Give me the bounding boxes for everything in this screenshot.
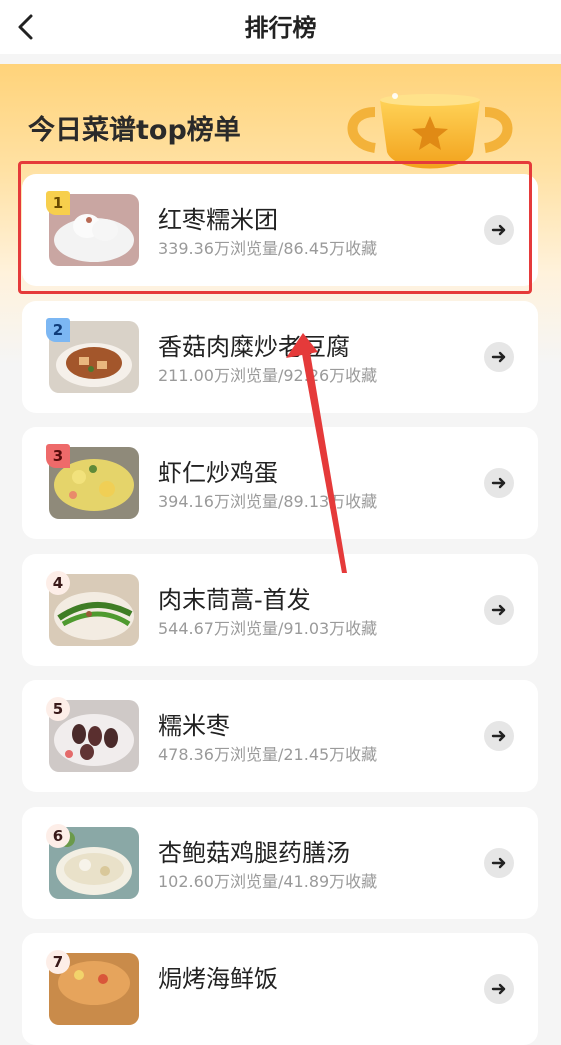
recipe-name: 杏鲍菇鸡腿药膳汤 [158, 839, 350, 867]
arrow-right-icon [491, 224, 506, 236]
page-title: 排行榜 [244, 14, 317, 42]
rank-badge: 2 [46, 318, 70, 342]
go-button[interactable] [484, 974, 514, 1004]
arrow-right-icon [491, 477, 506, 489]
recipe-name: 香菇肉糜炒老豆腐 [158, 333, 350, 361]
arrow-right-icon [491, 604, 506, 616]
rank-badge: 5 [46, 697, 70, 721]
go-button[interactable] [484, 848, 514, 878]
recipe-name: 红枣糯米团 [158, 206, 278, 234]
recipe-card-5[interactable]: 5 糯米枣 478.36万浏览量/21.45万收藏 [22, 680, 538, 792]
trophy-icon [347, 93, 513, 169]
recipe-card-4[interactable]: 4 肉末茼蒿-首发 544.67万浏览量/91.03万收藏 [22, 554, 538, 666]
go-button[interactable] [484, 721, 514, 751]
arrow-right-icon [491, 730, 506, 742]
recipe-stats: 211.00万浏览量/92.26万收藏 [158, 366, 378, 385]
go-button[interactable] [484, 342, 514, 372]
recipe-name: 糯米枣 [158, 712, 230, 740]
rank-badge: 6 [46, 824, 70, 848]
ranking-title: 今日菜谱top榜单 [28, 115, 241, 146]
rank-badge: 7 [46, 950, 70, 974]
recipe-card-2[interactable]: 2 香菇肉糜炒老豆腐 211.00万浏览量/92.26万收藏 [22, 301, 538, 413]
recipe-stats: 544.67万浏览量/91.03万收藏 [158, 619, 378, 638]
recipe-stats: 339.36万浏览量/86.45万收藏 [158, 239, 378, 258]
recipe-card-1[interactable]: 1 红枣糯米团 339.36万浏览量/86.45万收藏 [22, 174, 538, 286]
rank-badge: 1 [46, 191, 70, 215]
rank-badge: 4 [46, 571, 70, 595]
recipe-stats: 478.36万浏览量/21.45万收藏 [158, 745, 378, 764]
recipe-stats: 102.60万浏览量/41.89万收藏 [158, 872, 378, 891]
recipe-card-7[interactable]: 7 焗烤海鲜饭 [22, 933, 538, 1045]
arrow-right-icon [491, 857, 506, 869]
recipe-name: 焗烤海鲜饭 [158, 965, 278, 993]
go-button[interactable] [484, 595, 514, 625]
arrow-right-icon [491, 983, 506, 995]
top-bar: 排行榜 [0, 0, 561, 54]
recipe-card-3[interactable]: 3 虾仁炒鸡蛋 394.16万浏览量/89.13万收藏 [22, 427, 538, 539]
arrow-right-icon [491, 351, 506, 363]
rank-badge: 3 [46, 444, 70, 468]
recipe-stats: 394.16万浏览量/89.13万收藏 [158, 492, 378, 511]
recipe-name: 虾仁炒鸡蛋 [158, 459, 278, 487]
recipe-card-6[interactable]: 6 杏鲍菇鸡腿药膳汤 102.60万浏览量/41.89万收藏 [22, 807, 538, 919]
go-button[interactable] [484, 468, 514, 498]
go-button[interactable] [484, 215, 514, 245]
recipe-name: 肉末茼蒿-首发 [158, 586, 311, 614]
